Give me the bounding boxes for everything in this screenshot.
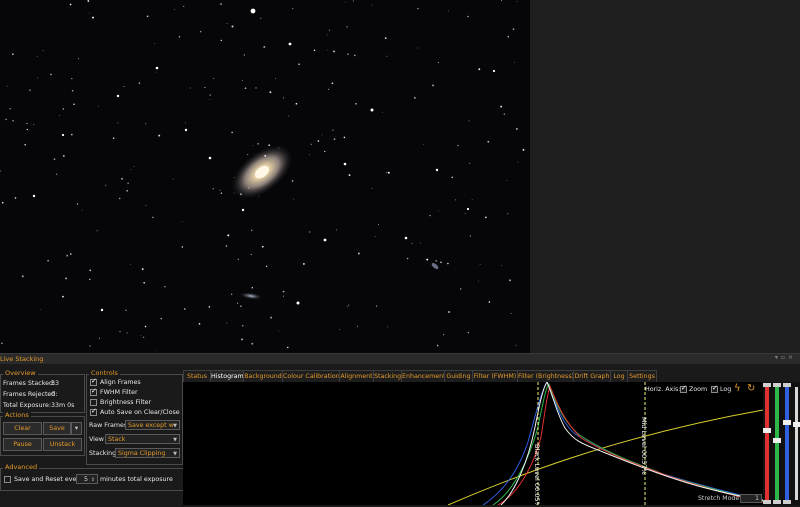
save-dropdown-arrow-icon[interactable]: ▾ [71,422,82,435]
histogram-chart: Black Level 00.05% Mid Level 00.57% [447,382,763,505]
view-label: View [89,436,104,443]
viewer-background [530,0,800,353]
actions-group: Actions Clear Save ▾ Pause Unstack [0,411,85,456]
mid-level-label: Mid Level 00.57% [640,417,648,475]
green-bottom-handle[interactable] [773,500,781,504]
stacked-image [0,0,530,353]
lum-slider-track[interactable] [795,387,798,500]
close-icon[interactable]: × [788,354,796,361]
total-exposure-value: 33m 0s [51,402,75,409]
brightness-filter-label: Brightness Filter [100,399,152,406]
overview-group: Overview Frames Stacked: 33 Frames Rejec… [0,369,85,413]
blue-histogram-line [482,382,763,505]
green-top-handle[interactable] [773,383,781,387]
stacking-value: Sigma Clipping [118,450,166,457]
align-frames-label: Align Frames [100,379,141,386]
log-checkbox[interactable] [711,384,718,393]
spinner-arrows-icon[interactable]: ⇕ [91,475,95,483]
frames-stacked-value: 33 [51,380,60,387]
minutes-spinner[interactable]: 5 ⇕ [76,474,98,484]
blue-top-handle[interactable] [783,383,791,387]
raw-frames-value: Save except w [128,422,174,429]
clear-button[interactable]: Clear [3,422,42,435]
zoom-checkbox[interactable] [680,384,687,393]
raw-frames-label: Raw Frames [89,422,128,429]
red-bottom-handle[interactable] [763,500,771,504]
green-slider-track[interactable] [775,387,779,500]
minutes-suffix: minutes total exposure [100,476,173,483]
auto-stretch-icon[interactable]: ϟ [734,383,741,394]
red-top-handle[interactable] [763,383,771,387]
actions-legend: Actions [3,411,31,419]
blue-bottom-handle[interactable] [783,500,791,504]
panel-title: Live Stacking [0,355,44,363]
tab-bar: Status Histogram Background Colour Calibrat… [183,370,800,383]
chevron-down-icon: ▼ [173,437,177,443]
stacking-select[interactable]: Sigma Clipping ▼ [115,448,180,458]
fwhm-filter-label: FWHM Filter [100,389,138,396]
panel-titlebar[interactable]: Live Stacking ▾▫× [0,354,800,364]
blue-mid-handle[interactable] [783,420,791,425]
view-value: Stack [108,436,126,443]
image-viewport[interactable] [0,0,530,353]
channel-sliders [763,382,800,505]
pause-button[interactable]: Pause [3,438,42,451]
red-slider-track[interactable] [765,387,769,500]
total-exposure-label: Total Exposure: [3,402,51,409]
view-select[interactable]: Stack ▼ [105,434,180,444]
align-frames-checkbox[interactable] [90,377,97,386]
log-label: Log [720,386,732,393]
stretch-mode-spinner[interactable]: 1 [740,494,762,503]
auto-save-label: Auto Save on Clear/Close [100,409,180,416]
chevron-down-icon: ▼ [173,451,177,457]
frames-rejected-value: 0 [51,391,56,398]
auto-save-checkbox[interactable] [90,407,97,416]
slider-graphics [763,383,800,504]
histogram-area[interactable]: Black Level 00.05% Mid Level 00.57% [183,382,763,505]
save-reset-label: Save and Reset every [14,476,83,483]
stretch-mode-label: Stretch Mode [698,495,740,502]
unstack-button[interactable]: Unstack [43,438,82,451]
controls-group: Controls Align Frames FWHM Filter Bright… [86,369,183,465]
red-mid-handle[interactable] [763,428,771,433]
save-reset-checkbox[interactable] [4,476,11,483]
reset-icon[interactable]: ↻ [747,383,755,394]
chevron-down-icon: ▼ [173,423,177,429]
frames-stacked-label: Frames Stacked: [3,380,56,387]
green-mid-handle[interactable] [773,438,781,443]
blue-slider-track[interactable] [785,387,789,500]
stacking-label: Stacking [89,450,117,457]
float-icon[interactable]: ▫ [781,354,788,361]
raw-frames-select[interactable]: Save except w ▼ [125,420,180,430]
stretch-mode-value: 1 [755,495,759,502]
advanced-legend: Advanced [3,463,40,471]
zoom-label: Zoom [689,386,708,393]
lum-mid-handle[interactable] [793,422,800,427]
brightness-filter-checkbox[interactable] [90,399,97,406]
black-level-label: Black Level 00.05% [533,444,541,505]
fwhm-filter-checkbox[interactable] [90,387,97,396]
save-button[interactable]: Save [43,422,71,435]
live-stacking-panel: Live Stacking ▾▫× Overview Frames Stacke… [0,353,800,505]
panel-window-buttons[interactable]: ▾▫× [775,354,796,361]
controls-legend: Controls [89,369,120,377]
overview-legend: Overview [3,369,38,377]
frames-rejected-label: Frames Rejected: [3,391,58,398]
advanced-group: Advanced Save and Reset every 5 ⇕ minutes… [0,463,184,491]
horiz-axis-label: Horiz. Axis: [645,386,681,393]
